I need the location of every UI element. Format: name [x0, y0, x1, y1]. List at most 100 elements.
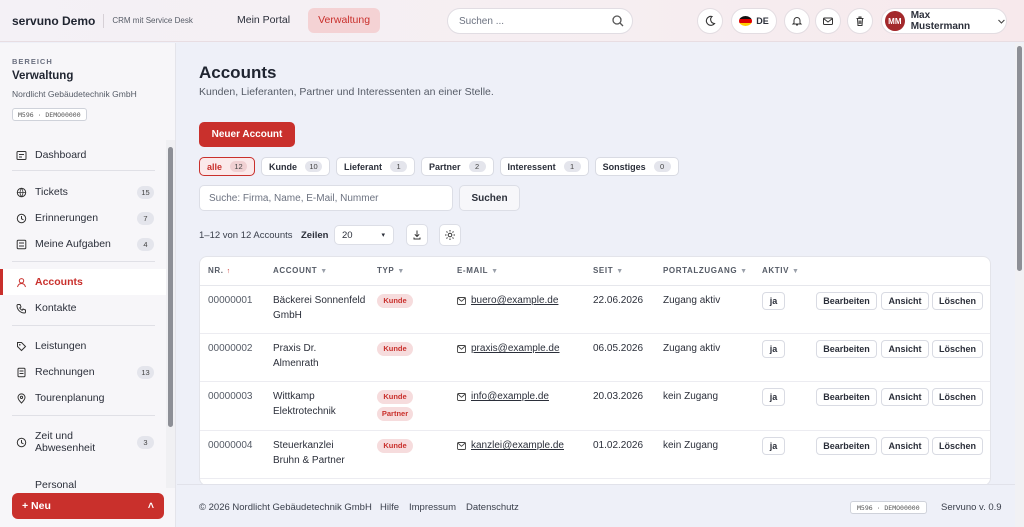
rows-per-page-label: Zeilen	[301, 230, 329, 241]
edit-button[interactable]: Bearbeiten	[816, 340, 877, 358]
table-row[interactable]: 00000003 Wittkamp Elektrotechnik Kunde Pa…	[200, 382, 990, 431]
footer-link-impressum[interactable]: Impressum	[409, 502, 456, 513]
count-badge: 15	[137, 185, 154, 199]
filter-chip-sonstiges[interactable]: Sonstiges 0	[594, 157, 679, 176]
account-name[interactable]: Steuerkanzlei Bruhn & Partner	[273, 438, 363, 468]
delete-button[interactable]: Löschen	[932, 340, 983, 358]
new-account-button[interactable]: Neuer Account	[199, 122, 295, 147]
email-link[interactable]: buero@example.de	[471, 293, 558, 308]
account-name[interactable]: Praxis Dr. Almenrath	[273, 341, 353, 371]
view-button[interactable]: Ansicht	[881, 292, 929, 310]
delete-button[interactable]: Löschen	[932, 388, 983, 406]
footer-link-datenschutz[interactable]: Datenschutz	[466, 502, 519, 513]
table-row[interactable]: 00000001 Bäckerei Sonnenfeld GmbH Kunde …	[200, 286, 990, 334]
edit-button[interactable]: Bearbeiten	[816, 388, 877, 406]
column-header-seit[interactable]: SEIT ▼	[593, 257, 624, 285]
brand-name[interactable]: servuno Demo	[12, 14, 95, 28]
messages-button[interactable]	[815, 8, 841, 34]
globe-icon	[16, 187, 27, 197]
edit-button[interactable]: Bearbeiten	[816, 437, 877, 455]
sidebar-item-meine-aufgaben[interactable]: Meine Aufgaben 4	[0, 231, 166, 257]
chip-count: 1	[563, 161, 581, 172]
sidebar-item-tourenplanung[interactable]: Tourenplanung	[0, 385, 166, 411]
account-name[interactable]: Bäckerei Sonnenfeld GmbH	[273, 293, 373, 323]
active-toggle[interactable]: ja	[762, 437, 785, 455]
clock-icon	[16, 437, 27, 447]
notifications-button[interactable]	[784, 8, 810, 34]
account-email[interactable]: buero@example.de	[457, 293, 558, 308]
account-email[interactable]: info@example.de	[457, 389, 549, 404]
footer-link-hilfe[interactable]: Hilfe	[380, 502, 399, 513]
column-header-nr[interactable]: NR. ↑	[208, 257, 231, 285]
column-header-label: TYP	[377, 266, 395, 275]
column-header-portalzugang[interactable]: PORTALZUGANG ▼	[663, 257, 748, 285]
account-types: Kunde	[377, 294, 413, 311]
account-number: 00000003	[208, 391, 253, 402]
email-link[interactable]: kanzlei@example.de	[471, 438, 564, 453]
trash-button[interactable]	[847, 8, 873, 34]
phone-icon	[16, 303, 26, 314]
column-header-aktiv[interactable]: AKTIV ▼	[762, 257, 800, 285]
view-button[interactable]: Ansicht	[881, 340, 929, 358]
mail-icon	[457, 392, 466, 401]
column-header-typ[interactable]: TYP ▼	[377, 257, 405, 285]
filter-chip-alle[interactable]: alle 12	[199, 157, 256, 176]
since-date: 06.05.2026	[593, 343, 644, 354]
sidebar-item-rechnungen[interactable]: Rechnungen 13	[0, 359, 166, 385]
sidebar-item-accounts[interactable]: Accounts	[0, 269, 166, 295]
tab-mein-portal[interactable]: Mein Portal	[227, 8, 300, 33]
new-button[interactable]: + Neu ˄	[12, 493, 164, 519]
column-header-account[interactable]: ACCOUNT ▼	[273, 257, 328, 285]
theme-toggle-button[interactable]	[697, 8, 723, 34]
delete-button[interactable]: Löschen	[932, 292, 983, 310]
sidebar-item-tickets[interactable]: Tickets 15	[0, 179, 166, 205]
account-email[interactable]: praxis@example.de	[457, 341, 560, 356]
dashboard-icon	[16, 150, 27, 160]
sort-icon: ▼	[491, 268, 499, 275]
delete-button[interactable]: Löschen	[932, 437, 983, 455]
filter-chip-lieferant[interactable]: Lieferant 1	[336, 157, 416, 176]
count-badge: 13	[137, 365, 154, 379]
filter-chip-interessent[interactable]: Interessent 1	[499, 157, 589, 176]
chip-count: 10	[305, 161, 323, 172]
user-menu[interactable]: MM Max Mustermann	[881, 8, 1007, 34]
rows-per-page-select[interactable]: 20 ▾	[334, 225, 394, 245]
page-scrollbar-thumb[interactable]	[1017, 46, 1022, 271]
moon-icon	[705, 15, 716, 26]
search-button[interactable]: Suchen	[459, 185, 520, 211]
active-toggle[interactable]: ja	[762, 292, 785, 310]
tab-verwaltung[interactable]: Verwaltung	[308, 8, 381, 33]
export-icon	[413, 230, 421, 240]
global-search-input[interactable]: Suchen ...	[447, 8, 633, 34]
filter-chip-kunde[interactable]: Kunde 10	[261, 157, 331, 176]
edit-button[interactable]: Bearbeiten	[816, 292, 877, 310]
view-button[interactable]: Ansicht	[881, 388, 929, 406]
language-switcher[interactable]: DE	[731, 8, 777, 34]
sidebar-scrollbar-thumb[interactable]	[168, 147, 173, 427]
sidebar-item-zeit-und-abwesenheit[interactable]: Zeit und Abwesenheit 3	[0, 427, 166, 457]
account-email[interactable]: kanzlei@example.de	[457, 438, 564, 453]
filter-chip-partner[interactable]: Partner 2	[421, 157, 494, 176]
chip-count: 1	[390, 161, 408, 172]
paging-info: 1–12 von 12 Accounts	[199, 230, 293, 241]
sidebar-item-dashboard[interactable]: Dashboard	[0, 142, 166, 168]
sort-icon: ▼	[320, 268, 328, 275]
column-header-email[interactable]: E-MAIL ▼	[457, 257, 499, 285]
active-toggle[interactable]: ja	[762, 388, 785, 406]
account-name[interactable]: Wittkamp Elektrotechnik	[273, 389, 353, 419]
export-button[interactable]	[406, 224, 428, 246]
view-button[interactable]: Ansicht	[881, 437, 929, 455]
tasks-icon	[16, 239, 27, 249]
email-link[interactable]: info@example.de	[471, 389, 549, 404]
tenant-badge: M596 · DEMO00000	[12, 108, 87, 121]
sidebar-item-personal[interactable]: Personal	[0, 472, 166, 488]
table-row[interactable]: 00000002 Praxis Dr. Almenrath Kunde prax…	[200, 334, 990, 382]
active-toggle[interactable]: ja	[762, 340, 785, 358]
sidebar-item-erinnerungen[interactable]: Erinnerungen 7	[0, 205, 166, 231]
sidebar-item-leistungen[interactable]: Leistungen	[0, 333, 166, 359]
email-link[interactable]: praxis@example.de	[471, 341, 560, 356]
account-search-input[interactable]: Suche: Firma, Name, E-Mail, Nummer	[199, 185, 453, 211]
column-settings-button[interactable]	[439, 224, 461, 246]
table-row[interactable]: 00000004 Steuerkanzlei Bruhn & Partner K…	[200, 431, 990, 479]
sidebar-item-kontakte[interactable]: Kontakte	[0, 295, 166, 321]
